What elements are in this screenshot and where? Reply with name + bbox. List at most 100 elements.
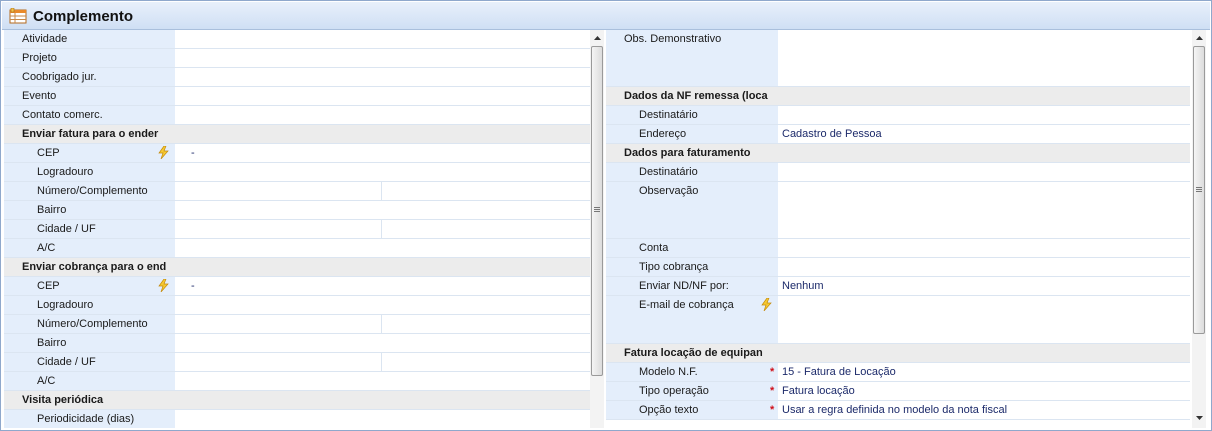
split-field[interactable]: [175, 220, 590, 238]
field-part-2[interactable]: [382, 220, 590, 238]
property-value[interactable]: [175, 410, 590, 428]
section-header: Enviar fatura para o ender: [4, 125, 590, 144]
split-field[interactable]: [175, 315, 590, 333]
property-row-destinatario[interactable]: Destinatário: [606, 163, 1190, 182]
property-row-a-c[interactable]: A/C: [4, 239, 590, 258]
property-row-coobrigado-jur[interactable]: Coobrigado jur.: [4, 68, 590, 87]
property-value[interactable]: * Fatura locação: [770, 382, 1190, 400]
lightning-bolt-icon[interactable]: [158, 145, 169, 160]
property-value[interactable]: [778, 239, 1190, 257]
property-label: CEP: [4, 144, 175, 162]
property-value-text: Fatura locação: [782, 385, 855, 397]
property-value-text: -: [191, 147, 195, 159]
property-row-conta[interactable]: Conta: [606, 239, 1190, 258]
property-row-numero-complemento[interactable]: Número/Complemento: [4, 315, 590, 334]
field-part-1[interactable]: [175, 353, 382, 371]
section-title: Fatura locação de equipan: [606, 344, 778, 362]
property-row-numero-complemento[interactable]: Número/Complemento: [4, 182, 590, 201]
property-row-a-c[interactable]: A/C: [4, 372, 590, 391]
lightning-bolt-icon[interactable]: [158, 278, 169, 293]
property-label: A/C: [4, 372, 175, 390]
property-value[interactable]: [778, 106, 1190, 124]
left-scroll-thumb[interactable]: [591, 46, 603, 376]
property-value[interactable]: Nenhum: [778, 277, 1190, 295]
section-header: Enviar cobrança para o end: [4, 258, 590, 277]
property-row-cep[interactable]: CEP -: [4, 144, 590, 163]
property-label-text: E-mail de cobrança: [639, 299, 734, 311]
field-part-1[interactable]: [175, 182, 382, 200]
property-label-text: Observação: [639, 185, 699, 197]
arrow-up-icon[interactable]: [590, 32, 604, 46]
property-value[interactable]: [778, 30, 1190, 86]
property-row-cidade-uf[interactable]: Cidade / UF: [4, 353, 590, 372]
property-value[interactable]: [175, 201, 590, 219]
right-scroll-thumb[interactable]: [1193, 46, 1205, 334]
field-part-1[interactable]: [175, 220, 382, 238]
property-value-text: Nenhum: [782, 280, 824, 292]
property-value[interactable]: -: [175, 277, 590, 295]
property-row-atividade[interactable]: Atividade: [4, 30, 590, 49]
property-value[interactable]: [175, 106, 590, 124]
arrow-up-icon[interactable]: [1192, 32, 1206, 46]
property-row-cidade-uf[interactable]: Cidade / UF: [4, 220, 590, 239]
property-row-bairro[interactable]: Bairro: [4, 201, 590, 220]
arrow-down-icon[interactable]: [1192, 412, 1206, 426]
property-value[interactable]: [778, 296, 1190, 343]
property-row-tipo-operacao[interactable]: Tipo operação * Fatura locação: [606, 382, 1190, 401]
property-row-modelo-n-f[interactable]: Modelo N.F. * 15 - Fatura de Locação: [606, 363, 1190, 382]
property-row-bairro[interactable]: Bairro: [4, 334, 590, 353]
property-row-opcao-texto[interactable]: Opção texto * Usar a regra definida no mod…: [606, 401, 1190, 420]
field-part-2[interactable]: [382, 353, 590, 371]
property-row-observacao[interactable]: Observação: [606, 182, 1190, 239]
section-header: Dados da NF remessa (loca: [606, 87, 1190, 106]
property-value[interactable]: [175, 68, 590, 86]
split-field[interactable]: [175, 353, 590, 371]
split-field[interactable]: [175, 182, 590, 200]
property-row-logradouro[interactable]: Logradouro: [4, 296, 590, 315]
field-part-1[interactable]: [175, 315, 382, 333]
property-value[interactable]: [175, 372, 590, 390]
property-value[interactable]: * Usar a regra definida no modelo da nota…: [770, 401, 1190, 419]
section-fill: [778, 144, 1190, 162]
form-table-icon: [9, 7, 27, 24]
property-value-text: -: [191, 280, 195, 292]
property-row-periodicidade-dias[interactable]: Periodicidade (dias): [4, 410, 590, 428]
property-value[interactable]: [175, 87, 590, 105]
property-value[interactable]: [175, 49, 590, 67]
property-row-e-mail-de-cobranca[interactable]: E-mail de cobrança: [606, 296, 1190, 344]
property-row-enviar-nd-nf-por[interactable]: Enviar ND/NF por: Nenhum: [606, 277, 1190, 296]
property-label-text: Opção texto: [639, 404, 699, 416]
field-part-2[interactable]: [382, 182, 590, 200]
property-row-cep[interactable]: CEP -: [4, 277, 590, 296]
property-label-text: Dados para faturamento: [624, 147, 751, 159]
property-row-destinatario[interactable]: Destinatário: [606, 106, 1190, 125]
right-scrollbar[interactable]: [1192, 30, 1206, 428]
property-value[interactable]: * 15 - Fatura de Locação: [770, 363, 1190, 381]
property-value[interactable]: [175, 334, 590, 352]
property-row-obs-demonstrativo[interactable]: Obs. Demonstrativo: [606, 30, 1190, 87]
section-title: Enviar fatura para o ender: [4, 125, 175, 143]
property-label: Projeto: [4, 49, 175, 67]
property-row-endereco[interactable]: Endereço Cadastro de Pessoa: [606, 125, 1190, 144]
property-value[interactable]: [175, 163, 590, 181]
property-value[interactable]: Cadastro de Pessoa: [778, 125, 1190, 143]
property-label-text: Logradouro: [37, 166, 94, 178]
lightning-bolt-icon[interactable]: [761, 297, 772, 312]
property-value[interactable]: -: [175, 144, 590, 162]
property-row-contato-comerc[interactable]: Contato comerc.: [4, 106, 590, 125]
property-label-text: Destinatário: [639, 166, 698, 178]
property-value[interactable]: [778, 163, 1190, 181]
property-row-logradouro[interactable]: Logradouro: [4, 163, 590, 182]
property-value[interactable]: [175, 30, 590, 48]
field-part-2[interactable]: [382, 315, 590, 333]
property-value[interactable]: [778, 182, 1190, 238]
property-label: CEP: [4, 277, 175, 295]
left-scrollbar[interactable]: [590, 30, 604, 428]
property-value[interactable]: [175, 239, 590, 257]
property-value[interactable]: [175, 296, 590, 314]
property-row-tipo-cobranca[interactable]: Tipo cobrança: [606, 258, 1190, 277]
property-value[interactable]: [778, 258, 1190, 276]
property-row-projeto[interactable]: Projeto: [4, 49, 590, 68]
property-row-evento[interactable]: Evento: [4, 87, 590, 106]
required-marker: *: [770, 404, 775, 416]
